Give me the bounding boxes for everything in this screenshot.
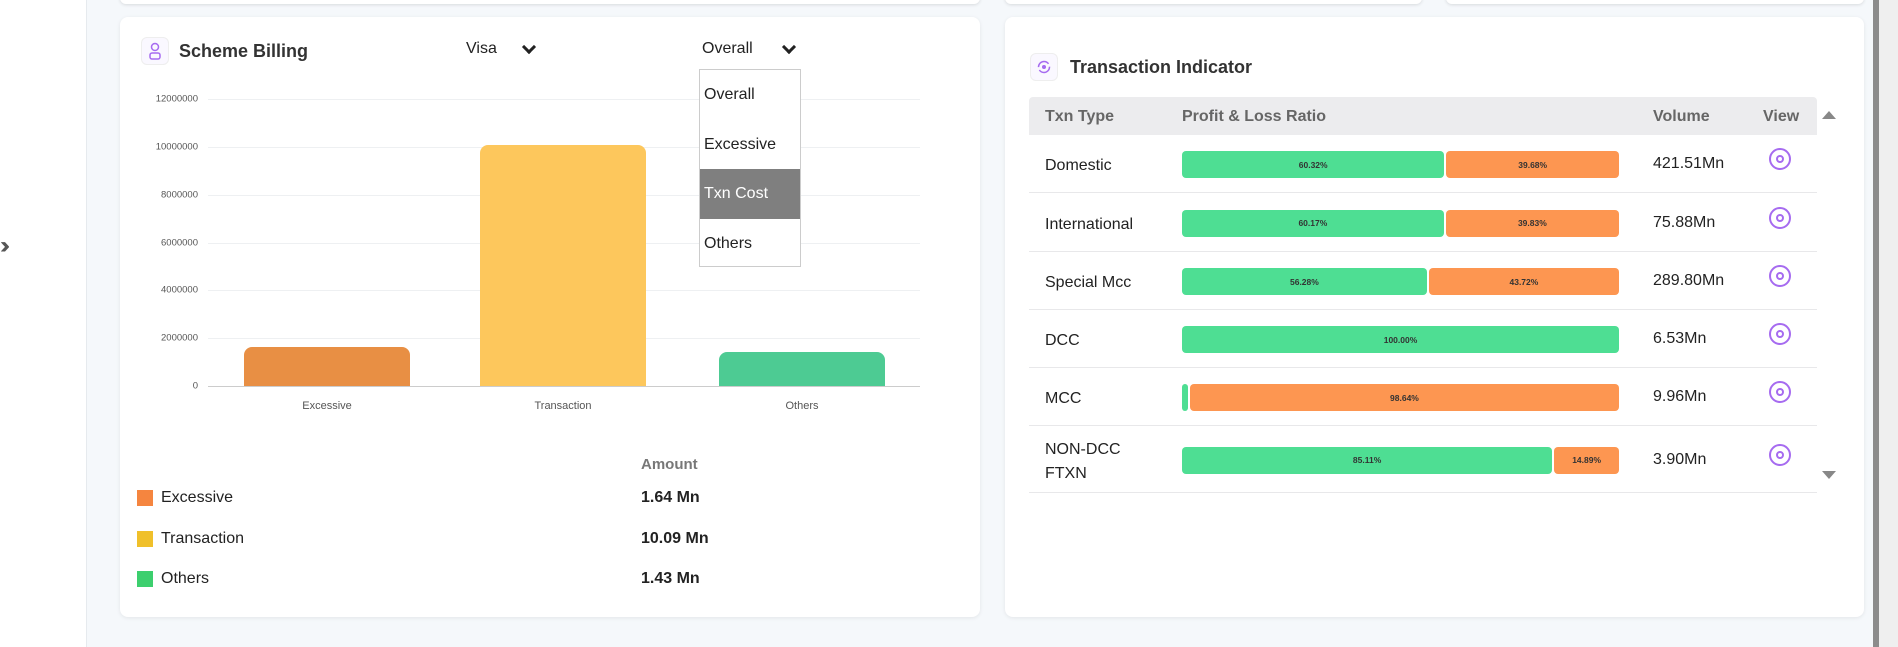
loss-segment: 39.83%	[1445, 209, 1619, 237]
top-card	[1005, 0, 1422, 4]
profit-segment	[1182, 384, 1188, 411]
scroll-up-arrow[interactable]	[1822, 111, 1836, 119]
top-card	[1446, 0, 1864, 4]
expand-sidebar-icon[interactable]: ››	[0, 232, 10, 260]
legend-amount: 10.09 Mn	[641, 530, 709, 547]
x-tick-label: Transaction	[534, 400, 592, 412]
gridline	[208, 386, 920, 387]
profit-segment: 60.32%	[1182, 151, 1445, 178]
legend-label: Others	[161, 570, 210, 587]
view-icon[interactable]	[1769, 381, 1791, 403]
y-tick-label: 8000000	[161, 189, 198, 201]
bar-others[interactable]	[719, 351, 885, 386]
type-select[interactable]: Overall	[702, 40, 753, 58]
legend-excessive: Excessive	[137, 488, 233, 508]
profit-loss-bar: 100.00%	[1182, 326, 1619, 353]
legend-others: Others	[137, 569, 209, 589]
loss-segment: 43.72%	[1428, 268, 1619, 295]
y-tick-label: 12000000	[155, 93, 198, 105]
y-tick-label: 6000000	[161, 237, 198, 248]
profit-loss-bar: 56.28% 43.72%	[1182, 268, 1619, 295]
volume: 3.90Mn	[1653, 450, 1707, 468]
profit-loss-bar: 60.32% 39.68%	[1182, 151, 1619, 178]
legend-swatch	[137, 531, 153, 547]
volume: 289.80Mn	[1653, 272, 1725, 289]
view-icon[interactable]	[1769, 323, 1791, 345]
loss-segment: 14.89%	[1554, 446, 1619, 474]
option-others[interactable]: Others	[700, 219, 800, 269]
legend-swatch	[137, 490, 153, 506]
col-volume: Volume	[1653, 108, 1710, 125]
table-header: Txn Type Profit & Loss Ratio Volume View	[1029, 97, 1817, 135]
col-txn-type: Txn Type	[1045, 108, 1115, 125]
user-icon	[141, 37, 169, 65]
view-icon[interactable]	[1769, 206, 1791, 229]
top-card	[120, 0, 980, 4]
view-icon[interactable]	[1769, 148, 1791, 170]
profit-segment: 60.17%	[1182, 209, 1444, 237]
table-row: Special Mcc 56.28% 43.72% 289.80Mn	[1029, 252, 1817, 310]
amount-header: Amount	[641, 456, 698, 473]
profit-segment: 85.11%	[1182, 446, 1553, 474]
txn-type: International	[1045, 215, 1134, 233]
col-view: View	[1763, 108, 1800, 125]
legend-amount: 1.43 Mn	[641, 570, 700, 587]
gridline	[208, 99, 920, 100]
profit-loss-bar: 85.11% 14.89%	[1182, 446, 1619, 474]
txn-type: Special Mcc	[1045, 274, 1132, 291]
view-icon[interactable]	[1769, 265, 1791, 287]
txn-type: MCC	[1045, 390, 1082, 407]
volume: 75.88Mn	[1653, 213, 1716, 231]
table-row: DCC 100.00% 6.53Mn	[1029, 310, 1817, 368]
scheme-billing-title: Scheme Billing	[179, 41, 309, 61]
option-excessive[interactable]: Excessive	[700, 120, 800, 170]
refresh-icon	[1030, 53, 1058, 81]
legend-swatch	[137, 571, 153, 587]
legend-label: Excessive	[161, 489, 234, 506]
sidebar: ››	[0, 0, 87, 647]
table-row: Domestic 60.32% 39.68% 421.51Mn	[1029, 135, 1817, 193]
type-dropdown: Overall Excessive Txn Cost Others	[699, 69, 801, 267]
profit-loss-bar: 60.17% 39.83%	[1182, 209, 1619, 237]
bar-excessive[interactable]	[244, 346, 410, 386]
page-scrollbar[interactable]	[1873, 0, 1898, 647]
option-txn-cost[interactable]: Txn Cost	[700, 169, 800, 219]
col-ratio: Profit & Loss Ratio	[1182, 108, 1327, 125]
loss-segment: 39.68%	[1446, 151, 1619, 178]
profit-loss-bar: 98.64%	[1182, 384, 1619, 411]
profit-segment: 56.28%	[1182, 268, 1427, 295]
table-row: MCC 98.64% 9.96Mn	[1029, 368, 1817, 426]
transaction-indicator-title: Transaction Indicator	[1070, 57, 1253, 77]
legend-transaction: Transaction	[137, 529, 244, 549]
legend-amount: 1.64 Mn	[641, 489, 700, 506]
x-tick-label: Others	[785, 400, 819, 412]
y-tick-label: 10000000	[155, 141, 198, 153]
volume: 9.96Mn	[1653, 388, 1707, 405]
y-tick-label: 2000000	[161, 332, 198, 344]
loss-segment: 98.64%	[1189, 384, 1619, 411]
view-icon[interactable]	[1769, 443, 1791, 466]
scheme-select[interactable]: Visa	[466, 40, 497, 58]
txn-type: DCC	[1045, 332, 1080, 349]
y-tick-label: 0	[192, 380, 198, 392]
x-tick-label: Excessive	[302, 400, 352, 412]
table-row: International 60.17% 39.83% 75.88Mn	[1029, 193, 1817, 252]
profit-segment: 100.00%	[1182, 326, 1619, 353]
legend-label: Transaction	[161, 530, 244, 547]
txn-type: NON-DCC FTXN	[1045, 440, 1121, 482]
scroll-down-arrow[interactable]	[1822, 471, 1836, 479]
option-overall[interactable]: Overall	[700, 70, 800, 120]
volume: 6.53Mn	[1653, 330, 1707, 347]
y-tick-label: 4000000	[161, 284, 198, 296]
bar-transaction[interactable]	[480, 144, 646, 386]
txn-type: Domestic	[1045, 157, 1112, 174]
volume: 421.51Mn	[1653, 155, 1725, 172]
table-row: NON-DCC FTXN 85.11% 14.89% 3.90Mn	[1029, 426, 1817, 493]
